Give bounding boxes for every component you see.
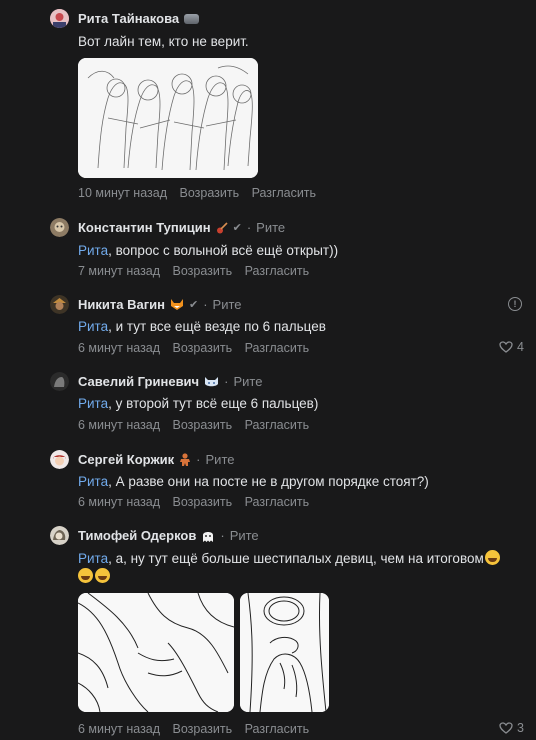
avatar[interactable] <box>50 295 69 314</box>
reply-to[interactable]: Рите <box>233 374 262 389</box>
disagree-button[interactable]: Разгласить <box>245 264 309 278</box>
comment-meta: 6 минут назад Возразить Разгласить <box>78 341 318 355</box>
laughing-emoji-icon <box>78 568 93 583</box>
mention-link[interactable]: Рита <box>78 551 108 566</box>
timestamp[interactable]: 10 минут назад <box>78 186 167 200</box>
comment-header: Никита Вагин ✔ · Рите <box>78 297 242 312</box>
author-name[interactable]: Рита Тайнакова <box>78 11 179 26</box>
reply-button[interactable]: Возразить <box>179 186 239 200</box>
comment-text: Рита, А разве они на посте не в другом п… <box>78 474 429 489</box>
laughing-emoji-icon <box>95 568 110 583</box>
comment-meta: 6 минут назад Возразить Разгласить <box>78 495 318 509</box>
mention-link[interactable]: Рита <box>78 396 108 411</box>
reply-to[interactable]: Рите <box>256 220 285 235</box>
ghost-emoji-icon <box>201 529 215 543</box>
author-name[interactable]: Савелий Гриневич <box>78 374 199 389</box>
avatar[interactable] <box>50 218 69 237</box>
avatar[interactable] <box>50 526 69 545</box>
check-icon: ✔ <box>232 222 242 234</box>
comment-header: Рита Тайнакова <box>78 11 200 26</box>
cat-emoji-icon <box>204 376 219 388</box>
comment-body: , а, ну тут ещё больше шестипалых девиц,… <box>108 551 484 566</box>
timestamp[interactable]: 6 минут назад <box>78 341 160 355</box>
heart-icon <box>499 722 513 734</box>
like-button[interactable]: 4 <box>499 340 524 354</box>
reply-to[interactable]: Рите <box>206 452 235 467</box>
timestamp[interactable]: 6 минут назад <box>78 495 160 509</box>
comment-meta: 6 минут назад Возразить Разгласить <box>78 722 318 736</box>
disagree-button[interactable]: Разгласить <box>245 418 309 432</box>
attached-image[interactable] <box>78 593 234 712</box>
reply-to[interactable]: Рите <box>213 297 242 312</box>
timestamp[interactable]: 6 минут назад <box>78 418 160 432</box>
comment-body: , у второй тут всё еще 6 пальцев) <box>108 396 319 411</box>
comment-body: , А разве они на посте не в другом поряд… <box>108 474 429 489</box>
timestamp[interactable]: 7 минут назад <box>78 264 160 278</box>
like-count: 4 <box>517 340 524 354</box>
info-icon[interactable]: ! <box>508 297 522 311</box>
reply-to[interactable]: Рите <box>230 528 259 543</box>
author-name[interactable]: Никита Вагин <box>78 297 165 312</box>
reply-button[interactable]: Возразить <box>173 341 233 355</box>
guitar-emoji-icon <box>216 221 228 234</box>
cat-emoji-icon <box>184 13 200 24</box>
comment-header: Константин Тупицин ✔ · Рите <box>78 220 285 235</box>
attached-image[interactable] <box>240 593 329 712</box>
comment-body: , вопрос с волыной всё ещё открыт)) <box>108 243 339 258</box>
mention-link[interactable]: Рита <box>78 319 108 334</box>
separator: · <box>203 297 208 312</box>
comment-meta: 10 минут назад Возразить Разгласить <box>78 186 325 200</box>
avatar[interactable] <box>50 372 69 391</box>
check-icon: ✔ <box>188 299 199 311</box>
author-name[interactable]: Константин Тупицин <box>78 220 211 235</box>
comment-text: Рита, а, ну тут ещё больше шестипалых де… <box>78 550 500 566</box>
mention-link[interactable]: Рита <box>78 474 108 489</box>
timestamp[interactable]: 6 минут назад <box>78 722 160 736</box>
attached-image[interactable] <box>78 58 258 178</box>
reply-button[interactable]: Возразить <box>173 418 233 432</box>
comment-header: Сергей Коржик · Рите <box>78 452 235 467</box>
comment-header: Савелий Гриневич · Рите <box>78 374 262 389</box>
separator: · <box>224 374 229 389</box>
comment-meta: 6 минут назад Возразить Разгласить <box>78 418 318 432</box>
author-name[interactable]: Сергей Коржик <box>78 452 174 467</box>
like-button[interactable]: 3 <box>499 721 524 735</box>
like-count: 3 <box>517 721 524 735</box>
comment-text: Рита, вопрос с волыной всё ещё открыт)) <box>78 243 338 258</box>
separator: · <box>246 220 252 235</box>
disagree-button[interactable]: Разгласить <box>252 186 316 200</box>
disagree-button[interactable]: Разгласить <box>245 341 309 355</box>
mention-link[interactable]: Рита <box>78 243 108 258</box>
comment-text: Вот лайн тем, кто не верит. <box>78 34 249 49</box>
emoji-row <box>78 568 110 583</box>
heart-icon <box>499 341 513 353</box>
comment-meta: 7 минут назад Возразить Разгласить <box>78 264 318 278</box>
reply-button[interactable]: Возразить <box>173 722 233 736</box>
reply-button[interactable]: Возразить <box>173 264 233 278</box>
laughing-emoji-icon <box>484 550 500 565</box>
comment-text: Рита, и тут все ещё везде по 6 пальцев <box>78 319 326 334</box>
separator: · <box>220 528 225 543</box>
reply-button[interactable]: Возразить <box>173 495 233 509</box>
fox-emoji-icon <box>170 298 184 311</box>
comment-header: Тимофей Одерков · Рите <box>78 528 259 543</box>
avatar[interactable] <box>50 450 69 469</box>
comment-text: Рита, у второй тут всё еще 6 пальцев) <box>78 396 318 411</box>
gingerbread-emoji-icon <box>179 452 191 467</box>
disagree-button[interactable]: Разгласить <box>245 722 309 736</box>
avatar[interactable] <box>50 9 69 28</box>
separator: · <box>196 452 201 467</box>
disagree-button[interactable]: Разгласить <box>245 495 309 509</box>
author-name[interactable]: Тимофей Одерков <box>78 528 196 543</box>
comment-body: , и тут все ещё везде по 6 пальцев <box>108 319 326 334</box>
